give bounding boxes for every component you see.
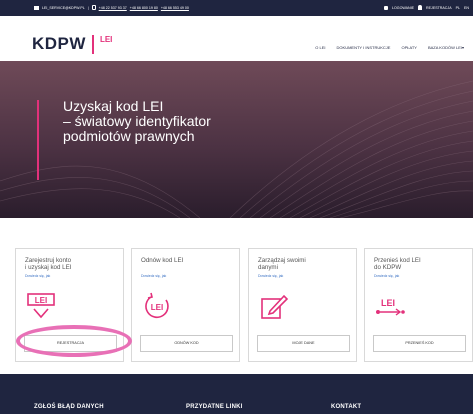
- card-transfer-title: Przenieś kod LEI do KDPW: [374, 257, 466, 271]
- card-renew: Odnów kod LEI Dowiedz się, jak LEI ODNÓW…: [131, 248, 240, 362]
- lei-download-icon: LEI: [27, 293, 55, 319]
- card-title-line: Zarejestruj konto: [25, 257, 72, 264]
- nav-item-o-lei[interactable]: O LEI: [315, 45, 325, 50]
- card-register-title: Zarejestruj konto i uzyskaj kod LEI: [25, 257, 117, 271]
- nav-item-dokumenty[interactable]: DOKUMENTY I INSTRUKCJE: [337, 45, 391, 50]
- footer-useful-links[interactable]: PRZYDATNE LINKI: [186, 404, 243, 410]
- register-link[interactable]: REJESTRACJA: [426, 6, 452, 10]
- card-title-line: Odnów kod LEI: [141, 257, 184, 264]
- lei-renew-icon: LEI: [145, 292, 169, 319]
- transfer-button[interactable]: PRZENIEŚ KOD: [373, 335, 466, 352]
- login-link[interactable]: LOGOWANIE: [392, 6, 414, 10]
- lei-download-icon-text: LEI: [35, 296, 47, 305]
- nav-item-oplaty[interactable]: OPŁATY: [401, 45, 417, 50]
- card-register-more-link[interactable]: Dowiedz się, jak: [25, 274, 50, 278]
- contact-email[interactable]: LEI_SERVICE@KDPW.PL: [42, 6, 85, 10]
- card-title-line: danymi: [258, 264, 278, 272]
- hero-banner: Uzyskaj kod LEI – światowy identyfikator…: [0, 61, 473, 218]
- card-title-line: i uzyskaj kod LEI: [25, 264, 72, 272]
- main-nav: O LEI DOKUMENTY I INSTRUKCJE OPŁATY BAZA…: [315, 45, 464, 50]
- contact-phone-2[interactable]: +48 66 800 19 80: [130, 6, 158, 10]
- logo-divider: [91, 34, 94, 54]
- lei-transfer-icon-text: LEI: [381, 298, 395, 308]
- kdpw-lei-logo[interactable]: KDPW LEI: [32, 34, 112, 54]
- card-renew-more-link[interactable]: Dowiedz się, jak: [141, 274, 166, 278]
- card-manage-data-more-link[interactable]: Dowiedz się, jak: [258, 274, 283, 278]
- chevron-down-icon: ▾: [461, 45, 464, 50]
- card-title-line: Przenieś kod LEI: [374, 257, 421, 264]
- contact-info: LEI_SERVICE@KDPW.PL | +48 22 537 93 37 +…: [34, 5, 189, 10]
- account-links: LOGOWANIE REJESTRACJA PL EN: [384, 5, 469, 10]
- contact-phone-3[interactable]: +48 66 553 49 00: [161, 6, 189, 10]
- lei-renew-icon-text: LEI: [151, 303, 163, 312]
- hero-title-line-1: Uzyskaj kod LEI: [63, 98, 164, 114]
- nav-item-baza-kodow-label: BAZA KODÓW LEI: [427, 45, 462, 50]
- contact-phone-1[interactable]: +48 22 537 93 37: [99, 6, 127, 10]
- lang-en[interactable]: EN: [464, 6, 469, 10]
- footer-contact[interactable]: KONTAKT: [331, 404, 361, 410]
- renew-button[interactable]: ODNÓW KOD: [140, 335, 233, 352]
- lock-icon: [384, 5, 388, 10]
- hero-accent-bar: [37, 100, 39, 180]
- card-title-line: do KDPW: [374, 264, 402, 272]
- logo-lei-text: LEI: [99, 34, 113, 44]
- phone-icon: [91, 5, 96, 10]
- highlight-circle-annotation: [16, 325, 132, 357]
- edit-icon: [261, 294, 289, 319]
- site-header: KDPW LEI O LEI DOKUMENTY I INSTRUKCJE OP…: [0, 16, 473, 61]
- site-footer: ZGŁOŚ BŁĄD DANYCH PRZYDATNE LINKI KONTAK…: [0, 374, 473, 414]
- hero-title-line-2: – światowy identyfikator: [63, 113, 211, 129]
- hero-title-line-3: podmiotów prawnych: [63, 128, 195, 144]
- hero-title: Uzyskaj kod LEI – światowy identyfikator…: [63, 99, 211, 144]
- nav-item-baza-kodow[interactable]: BAZA KODÓW LEI▾: [428, 45, 464, 50]
- card-transfer-more-link[interactable]: Dowiedz się, jak: [374, 274, 399, 278]
- card-manage-data-title: Zarządzaj swoimi danymi: [258, 257, 350, 271]
- separator: |: [87, 5, 89, 10]
- card-transfer: Przenieś kod LEI do KDPW Dowiedz się, ja…: [364, 248, 473, 362]
- card-manage-data: Zarządzaj swoimi danymi Dowiedz się, jak…: [248, 248, 357, 362]
- card-renew-title: Odnów kod LEI: [141, 257, 233, 264]
- user-icon: [418, 5, 423, 10]
- top-bar: LEI_SERVICE@KDPW.PL | +48 22 537 93 37 +…: [0, 0, 473, 16]
- mail-icon: [34, 5, 39, 10]
- lei-transfer-icon: LEI: [376, 298, 405, 316]
- my-data-button[interactable]: MOJE DANE: [257, 335, 350, 352]
- card-title-line: Zarządzaj swoimi: [258, 257, 306, 264]
- logo-kdpw-text: KDPW: [32, 34, 86, 53]
- lang-pl[interactable]: PL: [456, 6, 460, 10]
- footer-report-error[interactable]: ZGŁOŚ BŁĄD DANYCH: [34, 404, 104, 410]
